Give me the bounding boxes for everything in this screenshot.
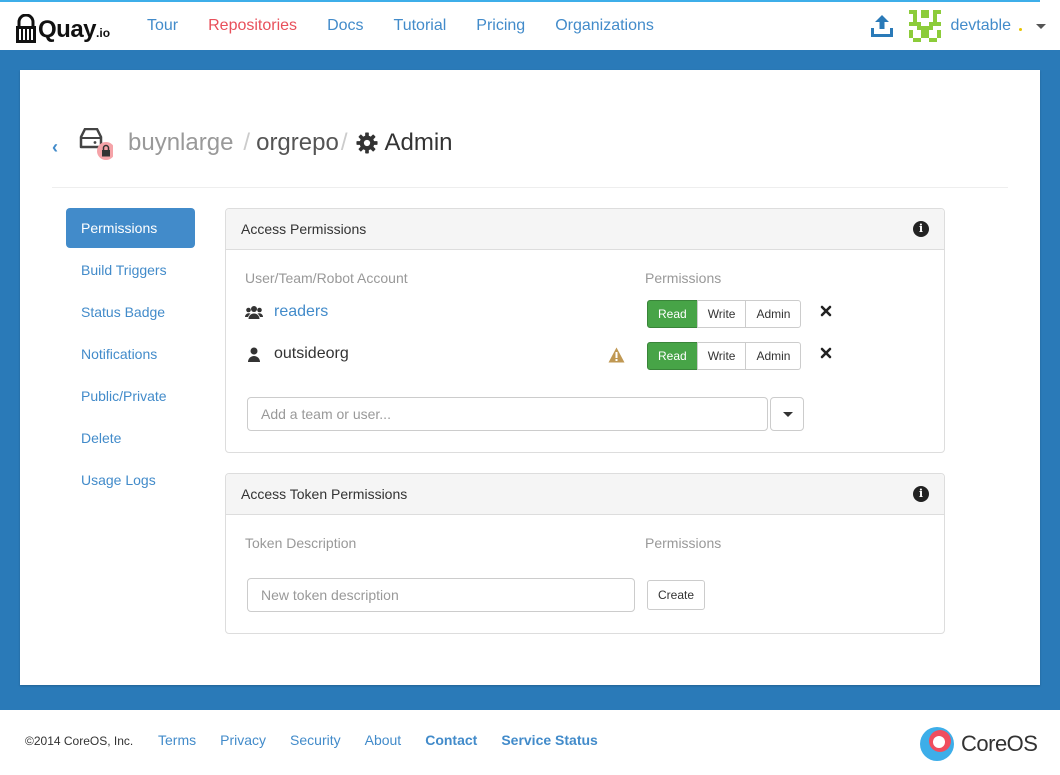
nav-docs[interactable]: Docs	[312, 3, 378, 49]
nav-tour[interactable]: Tour	[132, 3, 193, 49]
tab-notifications[interactable]: Notifications	[66, 334, 195, 374]
access-permissions-panel: Access Permissions i User/Team/Robot Acc…	[225, 208, 945, 453]
coreos-logo[interactable]: CoreOS	[919, 726, 1038, 762]
entity-name: outsideorg	[274, 345, 349, 362]
admin-button[interactable]: Admin	[745, 342, 802, 370]
breadcrumb-repository[interactable]: orgrepo	[256, 128, 339, 158]
column-header-permissions: Permissions	[645, 535, 722, 551]
tab-permissions[interactable]: Permissions	[66, 208, 195, 248]
entity-dropdown-button[interactable]	[770, 397, 804, 431]
quay-logo[interactable]: Quay .io	[15, 8, 110, 44]
delete-permission-icon[interactable]	[820, 305, 832, 317]
repo-header: ‹ buynlarge / orgrepo / Admin	[52, 120, 1008, 188]
write-button[interactable]: Write	[696, 342, 747, 370]
coreos-brand-text: CoreOS	[961, 731, 1038, 756]
footer-link-security[interactable]: Security	[278, 732, 353, 748]
footer-links: Terms Privacy Security About Contact Ser…	[146, 732, 610, 748]
tab-build-triggers[interactable]: Build Triggers	[66, 250, 195, 290]
lock-logo-icon	[16, 14, 36, 43]
nav-pricing[interactable]: Pricing	[461, 3, 540, 49]
add-team-or-user-input[interactable]: Add a team or user...	[247, 397, 768, 431]
admin-button[interactable]: Admin	[745, 300, 802, 328]
nav-repositories[interactable]: Repositories	[193, 3, 312, 49]
tab-usage-logs[interactable]: Usage Logs	[66, 460, 195, 500]
logo-suffix: .io	[96, 26, 111, 40]
breadcrumb-separator: /	[243, 129, 251, 156]
gear-icon	[355, 132, 378, 154]
create-token-button[interactable]: Create	[647, 580, 706, 610]
top-navbar: Quay .io Tour Repositories Docs Tutorial…	[0, 0, 1060, 50]
column-header-permissions: Permissions	[645, 270, 722, 286]
breadcrumb-namespace[interactable]: buynlarge	[128, 128, 233, 158]
column-header-description: Token Description	[245, 535, 357, 551]
nav-organizations[interactable]: Organizations	[540, 3, 669, 49]
panel-heading: Access Permissions i	[226, 209, 944, 250]
breadcrumb-separator: /	[340, 129, 348, 156]
footer-link-privacy[interactable]: Privacy	[208, 732, 278, 748]
user-menu-caret-icon[interactable]	[1036, 23, 1046, 29]
admin-side-tabs: Permissions Build Triggers Status Badge …	[66, 208, 195, 502]
tab-delete[interactable]: Delete	[66, 418, 195, 458]
user-avatar[interactable]	[908, 10, 941, 42]
caret-down-icon	[783, 412, 793, 417]
token-description-input[interactable]: New token description	[247, 578, 635, 612]
username[interactable]: devtable	[951, 17, 1012, 35]
warning-icon	[608, 347, 625, 363]
page-title: Admin	[384, 129, 453, 156]
admin-card: ‹ buynlarge / orgrepo / Admin Permission…	[20, 70, 1040, 685]
info-icon[interactable]: i	[913, 221, 929, 237]
read-button[interactable]: Read	[647, 342, 698, 370]
user-icon	[248, 347, 260, 362]
user-area: devtable	[869, 2, 1046, 50]
write-button[interactable]: Write	[696, 300, 747, 328]
logo-text: Quay	[38, 16, 97, 43]
panel-title: Access Permissions	[241, 221, 367, 237]
coreos-logo-icon	[920, 727, 954, 761]
panel-heading: Access Token Permissions i	[226, 474, 944, 515]
column-header-entity: User/Team/Robot Account	[245, 270, 408, 286]
permission-button-group: Read Write Admin	[647, 342, 802, 370]
tab-status-badge[interactable]: Status Badge	[66, 292, 195, 332]
info-icon[interactable]: i	[913, 486, 929, 502]
footer-link-contact[interactable]: Contact	[413, 732, 489, 748]
notification-dot-icon	[1019, 27, 1022, 31]
access-token-permissions-panel: Access Token Permissions i Token Descrip…	[225, 473, 945, 634]
panel-title: Access Token Permissions	[241, 486, 408, 502]
footer-link-terms[interactable]: Terms	[146, 732, 208, 748]
main-nav: Tour Repositories Docs Tutorial Pricing …	[132, 2, 669, 50]
content-band: ‹ buynlarge / orgrepo / Admin Permission…	[0, 50, 1060, 710]
permission-button-group: Read Write Admin	[647, 300, 802, 328]
back-chevron-icon[interactable]: ‹	[52, 137, 58, 158]
team-icon	[245, 306, 263, 319]
footer-link-about[interactable]: About	[353, 732, 414, 748]
private-repo-icon	[79, 128, 113, 160]
footer: ©2014 CoreOS, Inc. Terms Privacy Securit…	[0, 710, 1060, 775]
copyright-text: ©2014 CoreOS, Inc.	[25, 734, 134, 748]
read-button[interactable]: Read	[647, 300, 698, 328]
footer-link-service-status[interactable]: Service Status	[489, 732, 610, 748]
breadcrumb: buynlarge / orgrepo / Admin	[128, 128, 453, 158]
delete-permission-icon[interactable]	[820, 347, 832, 359]
nav-tutorial[interactable]: Tutorial	[379, 3, 462, 49]
tab-public-private[interactable]: Public/Private	[66, 376, 195, 416]
upload-icon[interactable]	[869, 13, 895, 39]
permission-row: readers Read Write Admin	[245, 299, 925, 329]
permission-row: outsideorg Read Write Admin	[245, 341, 925, 371]
entity-name-link[interactable]: readers	[274, 303, 328, 321]
